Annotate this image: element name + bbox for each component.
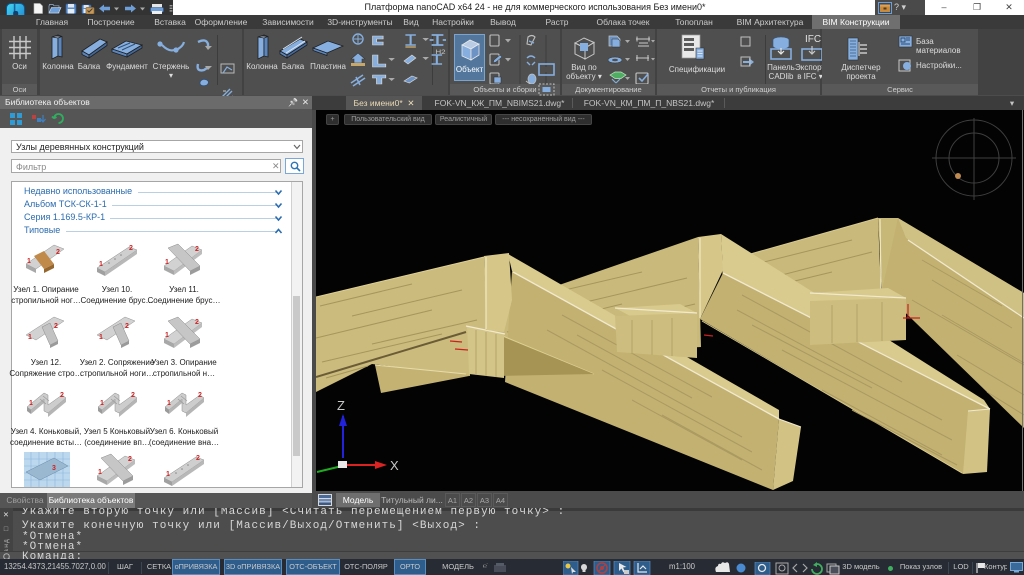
svg-text:2: 2: [56, 249, 60, 256]
svg-text:H2: H2: [436, 50, 446, 56]
svg-text:X: X: [390, 458, 399, 473]
svg-text:1: 1: [27, 258, 31, 265]
svg-text:Z: Z: [337, 398, 345, 413]
svg-text:3: 3: [52, 465, 56, 472]
